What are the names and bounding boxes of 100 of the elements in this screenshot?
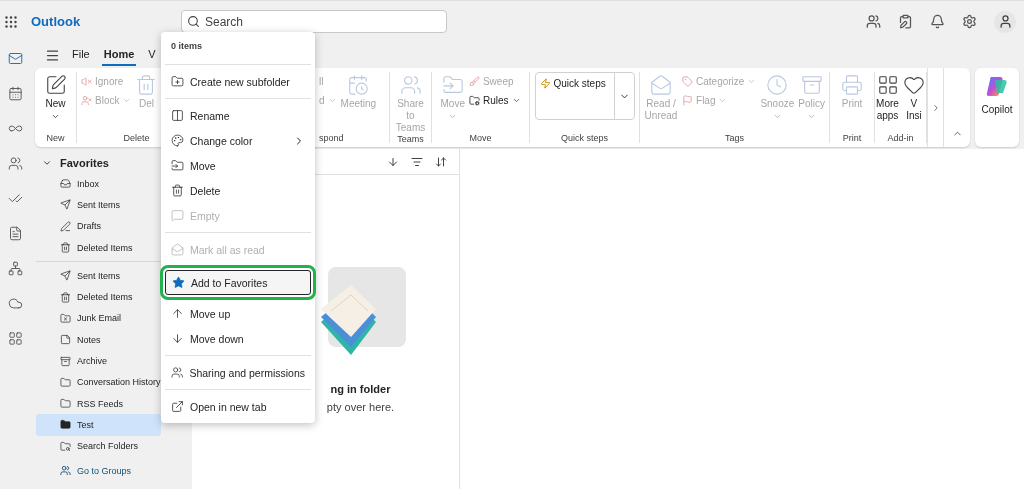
avatar[interactable] xyxy=(994,10,1016,33)
nav-rail-icon[interactable] xyxy=(7,295,23,311)
folder-icon xyxy=(60,376,71,388)
group-label: Delete xyxy=(123,133,150,143)
ribbon-button[interactable]: More apps xyxy=(876,72,899,122)
ribbon-tab[interactable]: File xyxy=(70,44,92,66)
folder-item[interactable]: Search Folders xyxy=(36,435,161,457)
copilot-button[interactable]: Copilot xyxy=(975,68,1019,147)
nav-rail-icon[interactable] xyxy=(7,260,23,276)
ribbon-tab[interactable]: V xyxy=(146,44,158,66)
menu-item-icon xyxy=(171,75,184,88)
ribbon-icon xyxy=(682,95,694,106)
menu-icon[interactable] xyxy=(45,47,60,63)
group-label: New xyxy=(46,133,65,143)
folder-icon xyxy=(60,334,71,346)
settings-icon[interactable] xyxy=(962,14,977,29)
menu-item-icon xyxy=(171,400,184,413)
menu-item-icon xyxy=(171,209,184,222)
folder-icon xyxy=(60,355,71,367)
menu-item-icon xyxy=(172,276,185,289)
caret-icon xyxy=(448,112,458,121)
filter-icon[interactable] xyxy=(411,155,423,168)
folder-icon xyxy=(60,440,71,452)
folder-item[interactable]: Conversation History xyxy=(36,371,161,393)
caret-icon xyxy=(747,77,757,86)
menu-item-icon xyxy=(171,332,184,345)
menu-item[interactable]: Move up xyxy=(165,301,311,326)
folder-item[interactable]: RSS Feeds xyxy=(36,392,161,415)
ribbon-icon xyxy=(766,74,789,96)
folder-item[interactable]: Sent Items xyxy=(36,194,161,216)
nav-rail-icon[interactable] xyxy=(7,50,23,66)
quick-steps-button[interactable]: Quick steps xyxy=(534,72,635,120)
caret-icon xyxy=(718,96,728,105)
ribbon-icon xyxy=(682,76,694,87)
ribbon-icon xyxy=(841,74,863,96)
folder-item[interactable]: Inbox xyxy=(36,173,161,195)
menu-item[interactable]: Change color xyxy=(165,128,311,153)
ribbon-icon xyxy=(399,74,422,96)
caret-icon xyxy=(772,112,782,121)
folder-item[interactable]: Notes xyxy=(36,329,161,351)
people-icon xyxy=(60,465,71,477)
note-icon[interactable] xyxy=(898,14,913,29)
empty-text: pty over here. xyxy=(326,401,395,413)
folder-icon xyxy=(60,270,71,282)
folder-icon xyxy=(60,220,71,232)
folder-icon xyxy=(60,242,71,254)
folder-item[interactable]: Deleted Items xyxy=(36,286,161,308)
group-label: spond xyxy=(319,133,344,143)
menu-item-icon xyxy=(171,243,184,256)
ribbon-button[interactable]: V Insi xyxy=(902,72,925,122)
caret-icon xyxy=(327,96,337,105)
ribbon-icon xyxy=(135,74,158,96)
folder-item[interactable]: Test xyxy=(36,414,161,436)
nav-rail-icon[interactable] xyxy=(7,330,23,346)
ribbon-icon xyxy=(650,74,672,96)
menu-item-icon xyxy=(171,184,184,197)
go-to-groups-link[interactable]: Go to Groups xyxy=(36,459,192,482)
notifications-icon[interactable] xyxy=(930,14,945,29)
menu-header: 0 items xyxy=(170,40,204,53)
folder-item[interactable]: Archive xyxy=(36,350,161,372)
group-label: Add-in xyxy=(887,133,914,143)
group-label: Teams xyxy=(397,134,424,144)
menu-item-icon xyxy=(171,307,184,320)
menu-item[interactable]: Create new subfolder xyxy=(165,69,311,94)
people-icon[interactable] xyxy=(866,14,881,29)
ribbon-button[interactable]: New xyxy=(44,72,67,121)
folder-icon xyxy=(60,199,71,211)
folder-item[interactable]: Deleted Items xyxy=(36,236,161,259)
menu-item[interactable]: Open in new tab xyxy=(165,394,311,419)
group-label: Move xyxy=(469,133,492,143)
menu-item[interactable]: Move down xyxy=(165,326,311,351)
ribbon-button[interactable]: Rules xyxy=(468,95,521,106)
folder-item[interactable]: Sent Items xyxy=(36,265,161,287)
folder-icon xyxy=(60,312,71,324)
ribbon-icon xyxy=(902,74,925,96)
sort-direction-icon[interactable] xyxy=(387,155,399,168)
folder-icon xyxy=(60,178,71,190)
ribbon-icon xyxy=(468,95,480,106)
ribbon-tab[interactable]: Home xyxy=(101,44,137,66)
folder-item[interactable]: Drafts xyxy=(36,215,161,237)
group-label: Tags xyxy=(725,133,744,143)
search-icon xyxy=(187,15,200,28)
sort-icon[interactable] xyxy=(435,155,447,168)
copilot-logo-icon xyxy=(985,74,1009,98)
ribbon-icon xyxy=(347,74,370,96)
nav-rail-icon[interactable] xyxy=(7,155,23,171)
group-label: Print xyxy=(842,133,862,143)
nav-rail-icon[interactable] xyxy=(7,225,23,241)
menu-item[interactable]: Delete xyxy=(165,178,311,203)
caret-icon xyxy=(122,96,132,105)
caret-icon xyxy=(807,112,817,121)
folder-item[interactable]: Junk Email xyxy=(36,307,161,330)
menu-item[interactable]: Sharing and permissions xyxy=(165,360,311,385)
app-launcher-icon[interactable] xyxy=(5,15,17,28)
nav-rail-icon[interactable] xyxy=(7,85,23,101)
menu-item-icon xyxy=(171,366,184,379)
search-field[interactable]: Search xyxy=(181,10,447,33)
folder-icon xyxy=(60,291,71,303)
empty-title: ng in folder xyxy=(330,383,391,395)
menu-item[interactable]: Rename xyxy=(165,103,311,128)
